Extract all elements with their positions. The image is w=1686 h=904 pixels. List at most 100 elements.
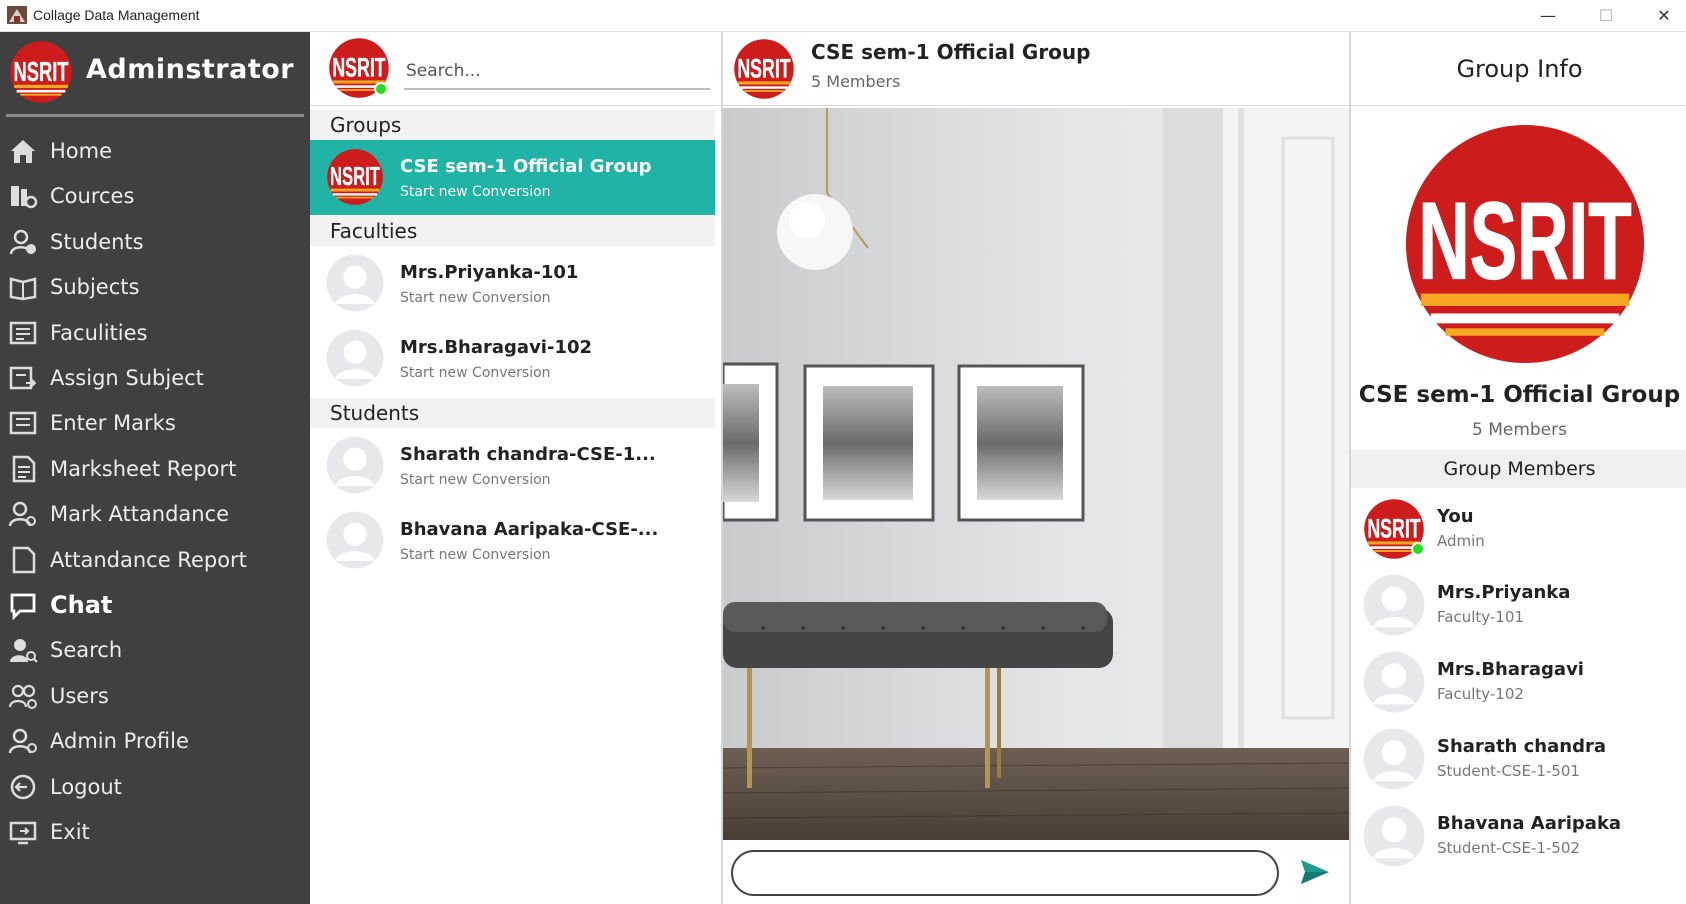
conversation-subtitle: Start new Conversion — [400, 547, 551, 563]
home-icon — [6, 136, 40, 166]
search-input[interactable] — [404, 54, 710, 90]
sidebar-item-label: Subjects — [50, 275, 140, 300]
close-button[interactable]: ✕ — [1634, 0, 1686, 30]
nsrit-logo — [9, 40, 73, 104]
sidebar-item-assign-subject[interactable]: Assign Subject — [0, 355, 310, 401]
message-input[interactable] — [731, 850, 1279, 896]
chat-panel: CSE sem-1 Official Group 5 Members — [723, 32, 1349, 904]
info-members-count: 5 Members — [1471, 420, 1567, 440]
sidebar-title: Adminstrator — [86, 54, 295, 85]
member-role: Admin — [1437, 532, 1485, 550]
group-avatar[interactable] — [733, 38, 795, 100]
sidebar-item-home[interactable]: Home — [0, 128, 310, 174]
default-avatar — [326, 436, 384, 494]
default-avatar — [1363, 651, 1425, 713]
sidebar-item-chat[interactable]: Chat — [0, 582, 310, 628]
message-bar — [723, 840, 1349, 904]
sidebar-item-label: Users — [50, 683, 109, 708]
conversation-name: Sharath chandra-CSE-1... — [400, 444, 656, 465]
minimize-button[interactable]: — — [1518, 0, 1578, 30]
group-row[interactable]: CSE sem-1 Official Group Start new Conve… — [310, 140, 715, 215]
member-row[interactable]: Mrs.Priyanka Faculty-101 — [1351, 566, 1686, 640]
sidebar-item-label: Faculities — [50, 320, 148, 345]
conversation-subtitle: Start new Conversion — [400, 365, 551, 381]
report-icon — [6, 454, 40, 484]
sidebar-item-admin-profile[interactable]: Admin Profile — [0, 718, 310, 764]
conversation-subtitle: Start new Conversion — [400, 184, 551, 200]
sidebar-item-label: Marksheet Report — [50, 456, 237, 481]
chat-members-count: 5 Members — [811, 72, 901, 91]
users-icon — [6, 681, 40, 711]
sidebar-item-label: Assign Subject — [50, 366, 204, 390]
sidebar-item-cources[interactable]: Cources — [0, 173, 310, 219]
member-role: Student-CSE-1-502 — [1437, 839, 1580, 857]
conversation-name: Bhavana Aaripaka-CSE-... — [400, 519, 659, 540]
conversation-subtitle: Start new Conversion — [400, 290, 551, 306]
member-name: Mrs.Bharagavi — [1437, 659, 1584, 680]
member-name: Bhavana Aaripaka — [1437, 813, 1622, 834]
sidebar-item-label: Exit — [50, 820, 90, 844]
student-row[interactable]: Sharath chandra-CSE-1... Start new Conve… — [310, 428, 715, 503]
sidebar-item-logout[interactable]: Logout — [0, 764, 310, 810]
sidebar-item-label: Chat — [50, 591, 113, 619]
sidebar-item-enter-marks[interactable]: Enter Marks — [0, 400, 310, 446]
assign-icon — [6, 363, 40, 393]
sidebar-item-subjects[interactable]: Subjects — [0, 264, 310, 310]
default-avatar — [1363, 574, 1425, 636]
member-row[interactable]: Sharath chandra Student-CSE-1-501 — [1351, 720, 1686, 794]
default-avatar — [326, 254, 384, 312]
member-role: Faculty-101 — [1437, 608, 1524, 626]
chat-icon — [6, 590, 40, 620]
maximize-button[interactable]: ☐ — [1576, 0, 1636, 30]
send-icon[interactable] — [1297, 854, 1333, 890]
faculty-row[interactable]: Mrs.Priyanka-101 Start new Conversion — [310, 246, 715, 321]
sidebar-item-label: Cources — [50, 184, 135, 209]
book-icon — [6, 272, 40, 302]
sidebar: Adminstrator Home Cources Students Subjects… — [0, 32, 310, 904]
sidebar-item-marksheet-report[interactable]: Marksheet Report — [0, 446, 310, 492]
default-avatar — [1363, 805, 1425, 867]
window-title: Collage Data Management — [33, 7, 200, 23]
conversation-subtitle: Start new Conversion — [400, 472, 551, 488]
member-name: Mrs.Priyanka — [1437, 582, 1571, 603]
students-icon — [6, 227, 40, 257]
logout-icon — [6, 772, 40, 802]
sidebar-item-label: Attandance Report — [50, 547, 247, 572]
faculty-row[interactable]: Mrs.Bharagavi-102 Start new Conversion — [310, 321, 715, 396]
students-section-title: Students — [310, 398, 715, 428]
group-info-title: Group Info — [1351, 32, 1686, 106]
conversation-name: Mrs.Priyanka-101 — [400, 262, 579, 283]
sidebar-item-exit[interactable]: Exit — [0, 809, 310, 855]
sidebar-item-label: Search — [50, 638, 123, 663]
faculty-icon — [6, 318, 40, 348]
conversation-name: Mrs.Bharagavi-102 — [400, 337, 593, 358]
group-info-panel: Group Info CSE sem-1 Official Group 5 Me… — [1349, 32, 1686, 904]
member-role: Student-CSE-1-501 — [1437, 762, 1580, 780]
courses-icon — [6, 181, 40, 211]
default-avatar — [326, 511, 384, 569]
document-icon — [6, 545, 40, 575]
default-avatar — [1363, 728, 1425, 790]
member-row[interactable]: Bhavana Aaripaka Student-CSE-1-502 — [1351, 797, 1686, 871]
conversation-list-panel: Groups CSE sem-1 Official Group Start ne… — [310, 32, 723, 904]
sidebar-item-mark-attandance[interactable]: Mark Attandance — [0, 491, 310, 537]
member-row[interactable]: You Admin — [1351, 490, 1686, 564]
sidebar-item-label: Logout — [50, 774, 122, 799]
title-bar: Collage Data Management — ☐ ✕ — [0, 0, 1686, 32]
sidebar-divider — [6, 114, 304, 117]
app-icon — [7, 6, 27, 24]
attendance-icon — [6, 499, 40, 529]
sidebar-item-label: Enter Marks — [50, 411, 176, 436]
sidebar-item-label: Students — [50, 229, 144, 254]
member-role: Faculty-102 — [1437, 685, 1524, 703]
sidebar-item-label: Home — [50, 139, 113, 163]
student-row[interactable]: Bhavana Aaripaka-CSE-... Start new Conve… — [310, 503, 715, 578]
info-group-name: CSE sem-1 Official Group — [1358, 382, 1681, 408]
sidebar-item-attandance-report[interactable]: Attandance Report — [0, 537, 310, 583]
member-row[interactable]: Mrs.Bharagavi Faculty-102 — [1351, 643, 1686, 717]
sidebar-item-students[interactable]: Students — [0, 219, 310, 265]
sidebar-item-users[interactable]: Users — [0, 673, 310, 719]
sidebar-item-search[interactable]: Search — [0, 627, 310, 673]
chat-group-name: CSE sem-1 Official Group — [811, 40, 1091, 64]
sidebar-item-faculities[interactable]: Faculities — [0, 310, 310, 356]
